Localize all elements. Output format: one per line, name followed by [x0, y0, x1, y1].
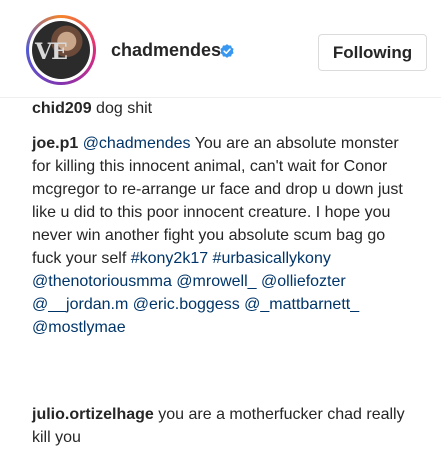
post-header: VE chadmendes Following [0, 0, 441, 98]
avatar-border: VE [29, 18, 93, 82]
post-comments-view: VE chadmendes Following chid209 dog shit… [0, 0, 441, 462]
comment-author[interactable]: chid209 [32, 101, 92, 117]
comment-mention[interactable]: @chadmendes [83, 135, 191, 152]
avatar[interactable]: VE [32, 21, 90, 79]
story-ring[interactable]: VE [26, 15, 96, 85]
following-button[interactable]: Following [318, 34, 427, 71]
comment-text: You are an absolute monster for killing … [32, 135, 403, 267]
comment-item: chid209 dog shit [32, 101, 152, 117]
comment-author[interactable]: julio.ortizelhage [32, 406, 154, 423]
avatar-logo: VE [35, 39, 68, 65]
comment-item: julio.ortizelhage you are a motherfucker… [32, 403, 412, 449]
comment-text: dog shit [96, 101, 153, 117]
username[interactable]: chadmendes [111, 40, 221, 61]
verified-badge-icon [220, 44, 234, 58]
comment-author[interactable]: joe.p1 [32, 135, 78, 152]
comment-item: joe.p1 @chadmendes You are an absolute m… [32, 132, 412, 339]
